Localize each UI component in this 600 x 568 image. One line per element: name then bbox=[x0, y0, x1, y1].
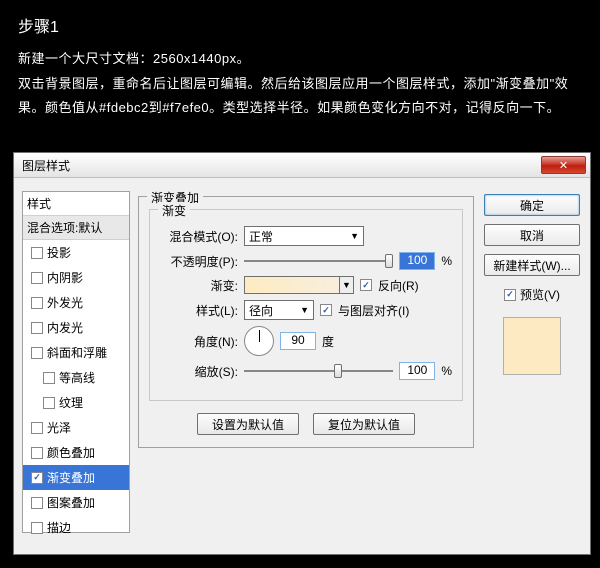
preview-swatch bbox=[503, 317, 561, 375]
blend-options-header[interactable]: 混合选项:默认 bbox=[23, 216, 129, 240]
align-checkbox[interactable] bbox=[320, 304, 332, 316]
style-checkbox[interactable] bbox=[43, 372, 55, 384]
reset-default-button[interactable]: 复位为默认值 bbox=[313, 413, 415, 435]
style-select[interactable]: 径向 ▼ bbox=[244, 300, 314, 320]
step-text-2: 双击背景图层，重命名后让图层可编辑。然后给该图层应用一个图层样式，添加"渐变叠加… bbox=[18, 72, 582, 121]
style-item-7[interactable]: 光泽 bbox=[23, 415, 129, 440]
style-item-label: 内发光 bbox=[47, 319, 83, 336]
style-item-label: 光泽 bbox=[47, 419, 71, 436]
style-checkbox[interactable] bbox=[31, 422, 43, 434]
reverse-label: 反向(R) bbox=[378, 277, 419, 294]
chevron-down-icon: ▼ bbox=[300, 305, 309, 315]
titlebar: 图层样式 ✕ bbox=[14, 153, 590, 178]
new-style-button[interactable]: 新建样式(W)... bbox=[484, 254, 580, 276]
style-item-label: 图案叠加 bbox=[47, 494, 95, 511]
scale-label: 缩放(S): bbox=[160, 363, 238, 380]
chevron-down-icon: ▼ bbox=[350, 231, 359, 241]
styles-header[interactable]: 样式 bbox=[23, 192, 129, 216]
gradient-label: 渐变: bbox=[160, 277, 238, 294]
scale-unit: % bbox=[441, 364, 452, 378]
preview-label: 预览(V) bbox=[520, 286, 560, 303]
style-item-0[interactable]: 投影 bbox=[23, 240, 129, 265]
style-item-6[interactable]: 纹理 bbox=[23, 390, 129, 415]
cancel-button[interactable]: 取消 bbox=[484, 224, 580, 246]
scale-slider[interactable] bbox=[244, 362, 393, 380]
gradient-group: 渐变 混合模式(O): 正常▼ 不透明度(P): 100 % bbox=[149, 209, 463, 401]
style-item-label: 外发光 bbox=[47, 294, 83, 311]
style-item-9[interactable]: 渐变叠加 bbox=[23, 465, 129, 490]
style-checkbox[interactable] bbox=[31, 447, 43, 459]
style-checkbox[interactable] bbox=[31, 272, 43, 284]
style-item-label: 斜面和浮雕 bbox=[47, 344, 107, 361]
style-checkbox[interactable] bbox=[43, 397, 55, 409]
gradient-overlay-fieldset: 渐变叠加 渐变 混合模式(O): 正常▼ 不透明度(P): bbox=[138, 196, 474, 448]
style-item-3[interactable]: 内发光 bbox=[23, 315, 129, 340]
step-text-1: 新建一个大尺寸文档：2560x1440px。 bbox=[18, 47, 582, 72]
style-checkbox[interactable] bbox=[31, 347, 43, 359]
ok-button[interactable]: 确定 bbox=[484, 194, 580, 216]
angle-input[interactable]: 90 bbox=[280, 332, 316, 350]
blend-mode-label: 混合模式(O): bbox=[160, 228, 238, 245]
layer-style-dialog: 图层样式 ✕ 样式 混合选项:默认 投影内阴影外发光内发光斜面和浮雕等高线纹理光… bbox=[13, 152, 591, 555]
chevron-down-icon: ▼ bbox=[339, 277, 353, 293]
opacity-unit: % bbox=[441, 254, 452, 268]
reverse-checkbox[interactable] bbox=[360, 279, 372, 291]
style-item-label: 渐变叠加 bbox=[47, 469, 95, 486]
style-item-11[interactable]: 描边 bbox=[23, 515, 129, 540]
blend-mode-value: 正常 bbox=[249, 228, 273, 245]
angle-dial[interactable] bbox=[244, 326, 274, 356]
style-value: 径向 bbox=[249, 302, 273, 319]
style-item-2[interactable]: 外发光 bbox=[23, 290, 129, 315]
opacity-slider[interactable] bbox=[244, 252, 393, 270]
blend-mode-select[interactable]: 正常 ▼ bbox=[244, 226, 364, 246]
style-item-5[interactable]: 等高线 bbox=[23, 365, 129, 390]
style-item-label: 内阴影 bbox=[47, 269, 83, 286]
style-item-8[interactable]: 颜色叠加 bbox=[23, 440, 129, 465]
style-checkbox[interactable] bbox=[31, 522, 43, 534]
preview-checkbox[interactable] bbox=[504, 289, 516, 301]
style-checkbox[interactable] bbox=[31, 472, 43, 484]
gradient-swatch[interactable]: ▼ bbox=[244, 276, 354, 294]
gradient-group-label: 渐变 bbox=[158, 202, 190, 219]
dialog-title: 图层样式 bbox=[22, 157, 541, 174]
style-item-label: 投影 bbox=[47, 244, 71, 261]
style-item-label: 颜色叠加 bbox=[47, 444, 95, 461]
style-checkbox[interactable] bbox=[31, 247, 43, 259]
opacity-input[interactable]: 100 bbox=[399, 252, 435, 270]
style-item-label: 等高线 bbox=[59, 369, 95, 386]
scale-input[interactable]: 100 bbox=[399, 362, 435, 380]
style-item-1[interactable]: 内阴影 bbox=[23, 265, 129, 290]
style-item-label: 纹理 bbox=[59, 394, 83, 411]
style-label: 样式(L): bbox=[160, 302, 238, 319]
style-checkbox[interactable] bbox=[31, 297, 43, 309]
close-button[interactable]: ✕ bbox=[541, 156, 586, 174]
opacity-label: 不透明度(P): bbox=[160, 253, 238, 270]
style-item-4[interactable]: 斜面和浮雕 bbox=[23, 340, 129, 365]
style-item-10[interactable]: 图案叠加 bbox=[23, 490, 129, 515]
styles-panel: 样式 混合选项:默认 投影内阴影外发光内发光斜面和浮雕等高线纹理光泽颜色叠加渐变… bbox=[22, 191, 130, 533]
set-default-button[interactable]: 设置为默认值 bbox=[197, 413, 299, 435]
style-item-label: 描边 bbox=[47, 519, 71, 536]
angle-label: 角度(N): bbox=[160, 333, 238, 350]
style-checkbox[interactable] bbox=[31, 497, 43, 509]
align-label: 与图层对齐(I) bbox=[338, 302, 409, 319]
step-title: 步骤1 bbox=[18, 13, 582, 37]
angle-unit: 度 bbox=[322, 333, 334, 350]
style-checkbox[interactable] bbox=[31, 322, 43, 334]
